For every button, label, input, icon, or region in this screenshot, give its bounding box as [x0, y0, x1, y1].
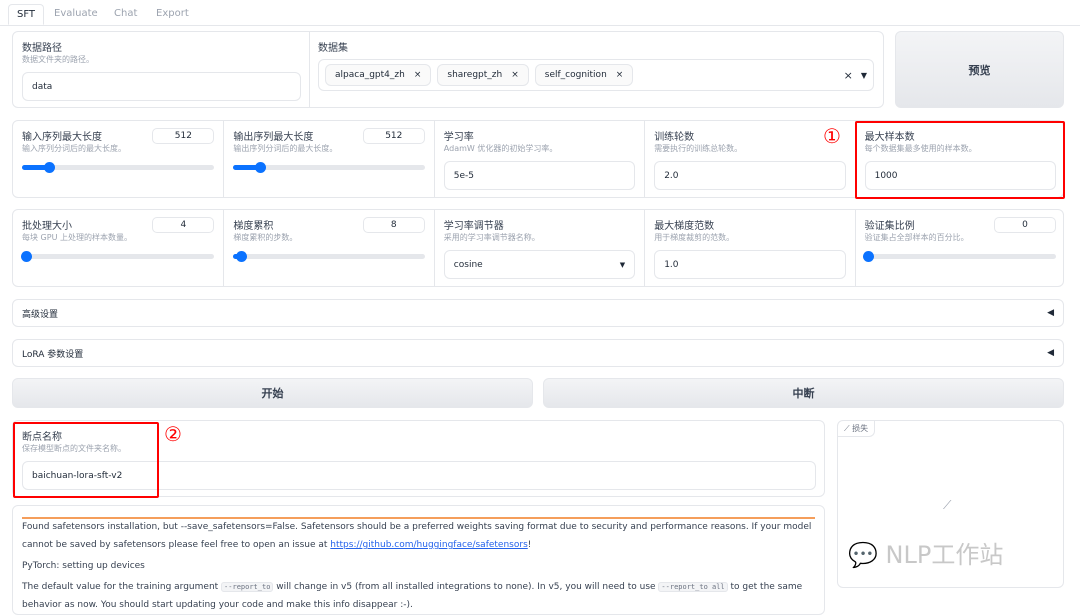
collapse-arrow-icon: ◀: [1047, 308, 1054, 318]
annotation-number-1: ①: [823, 124, 841, 148]
start-button[interactable]: 开始: [12, 378, 533, 408]
slider-handle[interactable]: [236, 251, 248, 262]
param-slider[interactable]: [233, 251, 425, 262]
param-label: 学习率: [443, 132, 474, 143]
param-info: 采用的学习率调节器名称。: [443, 233, 540, 242]
empty-chart-icon: ⟋: [943, 498, 952, 512]
tab-divider: [0, 25, 1080, 26]
stop-button[interactable]: 中断: [543, 378, 1064, 408]
slider-handle[interactable]: [255, 162, 267, 173]
loss-label-text: 损失: [852, 424, 869, 433]
param-label: 批处理大小: [22, 221, 72, 232]
param-info: 输出序列分词后的最大长度。: [233, 144, 338, 153]
param-slider[interactable]: [20, 251, 215, 262]
param-field: 梯度累积 梯度累积的步数。 8: [223, 210, 433, 286]
param-field: 输出序列最大长度 输出序列分词后的最大长度。 512: [223, 121, 433, 197]
watermark-text: NLP工作站: [885, 541, 1004, 569]
tab-evaluate[interactable]: Evaluate: [46, 4, 106, 23]
tab-sft[interactable]: SFT: [8, 4, 45, 25]
param-number-input[interactable]: 0: [993, 217, 1056, 233]
param-select[interactable]: cosine ▼: [443, 250, 636, 279]
wechat-icon: 💬: [848, 541, 878, 569]
dataset-chip: self_cognition ×: [534, 64, 634, 86]
tab-export[interactable]: Export: [148, 4, 197, 23]
dataset-chip: sharegpt_zh ×: [437, 64, 529, 86]
chart-icon: ⟋: [844, 424, 853, 433]
remove-icon[interactable]: ×: [616, 70, 624, 80]
param-label: 验证集比例: [864, 221, 915, 232]
param-info: AdamW 优化器的初始学习率。: [443, 144, 558, 153]
param-field: 批处理大小 每块 GPU 上处理的样本数量。 4: [13, 210, 223, 286]
param-number-input[interactable]: 4: [152, 217, 215, 233]
dataset-chip: alpaca_gpt4_zh ×: [325, 64, 432, 86]
dropdown-arrow-icon: ▼: [619, 260, 626, 269]
param-info: 梯度累积的步数。: [233, 233, 298, 242]
param-label: 训练轮数: [654, 132, 695, 143]
select-value: cosine: [453, 259, 483, 270]
param-label: 梯度累积: [233, 221, 274, 232]
param-input[interactable]: 1.0: [654, 250, 846, 279]
chip-label: sharegpt_zh: [447, 70, 503, 80]
param-info: 输入序列分词后的最大长度。: [22, 144, 126, 153]
param-label: 输入序列最大长度: [22, 132, 102, 143]
param-info: 每块 GPU 上处理的样本数量。: [22, 233, 132, 242]
chip-label: self_cognition: [544, 70, 607, 80]
data-panel: 数据路径 数据文件夹的路径。 data 数据集 alpaca_gpt4_zh × …: [12, 31, 884, 108]
loss-plot-label: ⟋ 损失: [838, 421, 876, 437]
param-number-input[interactable]: 512: [152, 128, 215, 144]
param-field: 学习率调节器 采用的学习率调节器名称。 cosine ▼: [433, 210, 644, 286]
param-input[interactable]: 5e-5: [443, 161, 636, 190]
slider-handle[interactable]: [20, 251, 32, 262]
log-output: Found safetensors installation, but --sa…: [12, 505, 825, 615]
loss-plot-panel: ⟋ 损失 ⟋ 💬 NLP工作站: [837, 420, 1064, 588]
param-slider[interactable]: [233, 162, 425, 173]
lora-settings-accordion[interactable]: LoRA 参数设置 ◀: [12, 339, 1064, 367]
param-field: 输入序列最大长度 输入序列分词后的最大长度。 512: [13, 121, 223, 197]
dropdown-arrow-icon[interactable]: ▼: [861, 71, 867, 80]
param-number-input[interactable]: 8: [362, 217, 425, 233]
param-info: 用于梯度裁剪的范数。: [654, 233, 735, 242]
tab-chat[interactable]: Chat: [106, 4, 145, 23]
param-input[interactable]: 2.0: [654, 161, 846, 190]
param-number-input[interactable]: 512: [362, 128, 425, 144]
annotation-number-2: ②: [164, 422, 182, 446]
annotation-box-2: [13, 422, 159, 498]
watermark: 💬 NLP工作站: [848, 535, 1003, 570]
params-row-2: 批处理大小 每块 GPU 上处理的样本数量。 4 梯度累积 梯度累积的步数。 8 学习率…: [12, 209, 1064, 287]
param-slider[interactable]: [22, 162, 215, 173]
param-field: 验证集比例 验证集占全部样本的百分比。 0: [854, 210, 1065, 286]
param-label: 学习率调节器: [443, 221, 504, 232]
param-field: 学习率 AdamW 优化器的初始学习率。 5e-5: [433, 121, 644, 197]
clear-icon[interactable]: ×: [844, 69, 853, 82]
log-text: Found safetensors installation, but --sa…: [22, 522, 812, 610]
data-path-input[interactable]: data: [22, 72, 301, 101]
chip-label: alpaca_gpt4_zh: [335, 70, 405, 80]
data-path-field: 数据路径 数据文件夹的路径。 data: [13, 32, 309, 107]
param-info: 需要执行的训练总轮数。: [654, 144, 743, 153]
collapse-arrow-icon: ◀: [1047, 348, 1054, 358]
remove-icon[interactable]: ×: [414, 70, 422, 80]
param-label: 最大梯度范数: [654, 221, 715, 232]
data-path-info: 数据文件夹的路径。: [22, 55, 94, 64]
data-path-label: 数据路径: [22, 43, 62, 54]
slider-handle[interactable]: [863, 251, 875, 262]
param-label: 输出序列最大长度: [233, 132, 314, 143]
dataset-multiselect[interactable]: alpaca_gpt4_zh × sharegpt_zh × self_cognit…: [318, 59, 874, 91]
param-slider[interactable]: [863, 251, 1056, 262]
dataset-field: 数据集 alpaca_gpt4_zh × sharegpt_zh × self_co…: [309, 32, 883, 107]
param-field: 最大梯度范数 用于梯度裁剪的范数。 1.0: [644, 210, 854, 286]
param-info: 验证集占全部样本的百分比。: [864, 233, 969, 242]
annotation-box-1: [855, 121, 1065, 199]
advanced-settings-label: 高级设置: [22, 309, 59, 320]
advanced-settings-accordion[interactable]: 高级设置 ◀: [12, 299, 1064, 327]
preview-button[interactable]: 预览: [895, 31, 1064, 108]
safetensors-link[interactable]: https://github.com/huggingface/safetenso…: [330, 540, 527, 550]
lora-settings-label: LoRA 参数设置: [22, 349, 84, 360]
slider-handle[interactable]: [43, 162, 55, 173]
dataset-label: 数据集: [318, 43, 348, 54]
progress-line: [22, 517, 815, 519]
remove-icon[interactable]: ×: [511, 70, 519, 80]
